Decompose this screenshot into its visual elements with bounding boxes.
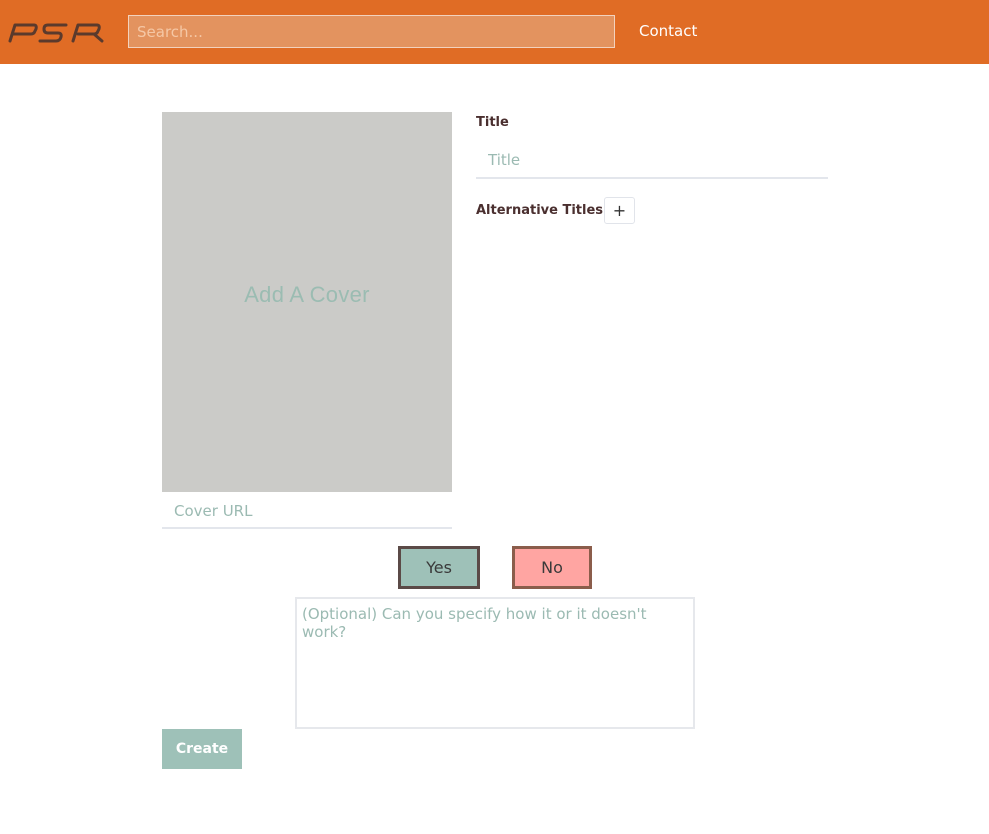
add-cover-button[interactable]: Add A Cover — [162, 112, 452, 492]
feedback-textarea[interactable] — [295, 597, 695, 729]
title-input[interactable] — [476, 142, 828, 179]
alternative-titles-label: Alternative Titles — [476, 203, 604, 218]
add-cover-label: Add A Cover — [244, 281, 370, 307]
psr-logo[interactable] — [6, 19, 106, 45]
create-button[interactable]: Create — [162, 729, 242, 769]
search-input[interactable] — [128, 15, 615, 48]
yes-button[interactable]: Yes — [398, 546, 480, 589]
add-alternative-title-button[interactable]: + — [604, 197, 635, 224]
title-label: Title — [476, 115, 509, 130]
contact-link[interactable]: Contact — [639, 22, 697, 40]
no-button[interactable]: No — [512, 546, 592, 589]
cover-url-input[interactable] — [162, 494, 452, 529]
top-navbar: Contact — [0, 0, 989, 64]
